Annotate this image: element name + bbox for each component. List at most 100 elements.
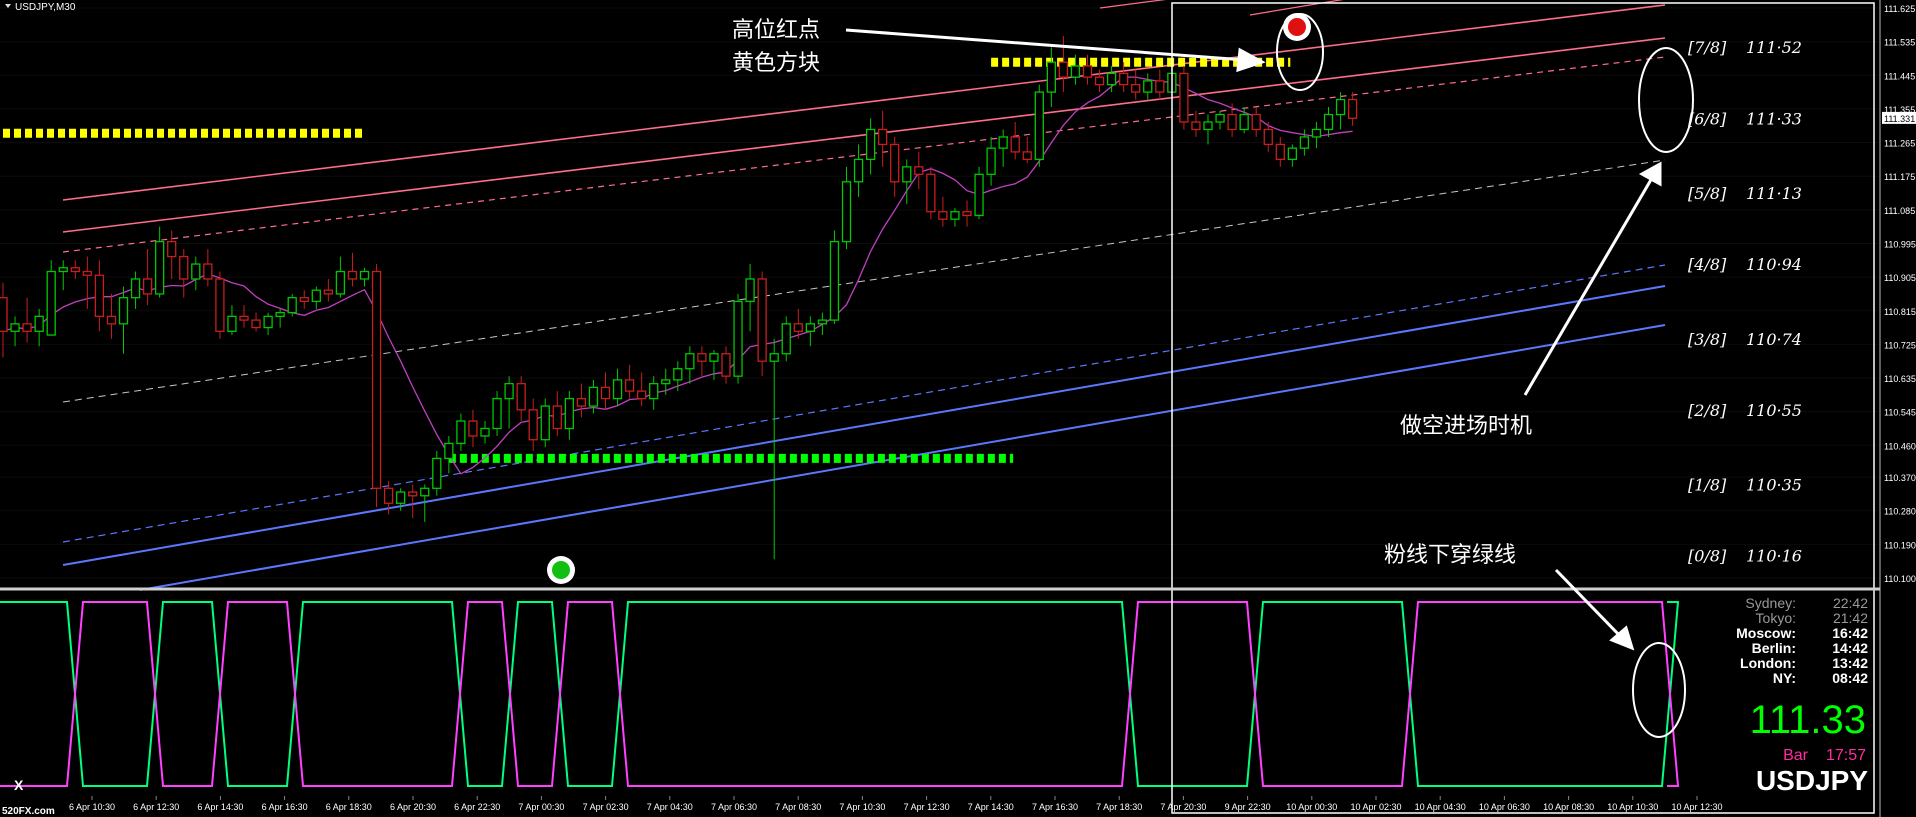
clock-time-1: 21:42 <box>1833 610 1868 626</box>
candle-body-62 <box>745 278 755 303</box>
price-tick-10: 110.725 <box>1884 340 1916 350</box>
candle-body-60 <box>721 353 731 377</box>
time-tick-2: 6 Apr 14:30 <box>197 802 243 812</box>
price-tick-15: 110.280 <box>1884 507 1916 517</box>
watermark: 520FX.com <box>2 806 55 817</box>
candle-body-64 <box>769 353 779 362</box>
murrey-value-7: 110·16 <box>1746 547 1802 566</box>
candle-body-106 <box>1275 143 1285 161</box>
candle-body-1 <box>10 323 20 332</box>
candle-body-3 <box>34 315 44 332</box>
candle-body-0 <box>0 297 8 332</box>
price-tick-8: 110.905 <box>1884 273 1916 283</box>
candle-body-51 <box>612 379 623 400</box>
candle-body-99 <box>1191 121 1201 131</box>
time-tick-23: 10 Apr 08:30 <box>1543 802 1594 812</box>
candle-body-4 <box>46 270 56 336</box>
candle-body-82 <box>986 147 996 175</box>
candle-body-70 <box>841 181 852 243</box>
candle-body-112 <box>1347 98 1358 119</box>
candle-body-105 <box>1263 128 1273 146</box>
close-icon[interactable]: X <box>14 777 24 793</box>
candle-body-47 <box>564 397 574 430</box>
murrey-label-5: [2/8] <box>1688 401 1727 420</box>
price-tick-0: 111.625 <box>1884 4 1915 14</box>
time-tick-14: 7 Apr 14:30 <box>968 802 1014 812</box>
candle-98 <box>1179 65 1189 130</box>
clock-city-5: NY: <box>1773 670 1796 686</box>
time-tick-1: 6 Apr 12:30 <box>133 802 179 812</box>
price-tick-2: 111.445 <box>1884 71 1915 81</box>
clock-city-0: Sydney: <box>1745 595 1796 611</box>
candle-body-34 <box>408 491 418 497</box>
time-tick-11: 7 Apr 08:30 <box>775 802 821 812</box>
candle-body-15 <box>179 255 189 280</box>
candle-body-58 <box>697 353 707 362</box>
time-tick-15: 7 Apr 16:30 <box>1032 802 1078 812</box>
price-tick-13: 110.460 <box>1884 441 1916 451</box>
candle-body-59 <box>709 353 719 362</box>
candle-body-96 <box>1155 80 1165 93</box>
candle-body-44 <box>528 409 538 441</box>
candle-body-76 <box>914 166 924 175</box>
time-tick-4: 6 Apr 18:30 <box>326 802 372 812</box>
time-tick-7: 7 Apr 00:30 <box>518 802 564 812</box>
price-tick-4: 111.265 <box>1884 139 1915 149</box>
candle-69 <box>829 230 840 324</box>
candle-body-13 <box>154 240 165 295</box>
candle-body-102 <box>1227 113 1237 131</box>
time-tick-13: 7 Apr 12:30 <box>904 802 950 812</box>
murrey-label-1: [6/8] <box>1688 109 1727 128</box>
candle-body-9 <box>106 315 117 325</box>
window-title: USDJPY,M30 <box>15 2 76 13</box>
clock-city-1: Tokyo: <box>1756 610 1796 626</box>
price-tick-12: 110.545 <box>1884 408 1916 418</box>
time-tick-20: 10 Apr 02:30 <box>1350 802 1401 812</box>
candle-body-87 <box>1046 61 1056 93</box>
murrey-label-7: [0/8] <box>1688 547 1727 566</box>
candle-body-12 <box>142 278 153 295</box>
price-tick-14: 110.370 <box>1884 473 1916 483</box>
murrey-value-0: 111·52 <box>1746 38 1802 57</box>
candle-body-28 <box>335 270 346 295</box>
symbol-label: USDJPY <box>1756 765 1868 796</box>
candle-body-52 <box>624 379 635 392</box>
candle-body-95 <box>1143 80 1153 93</box>
candle-body-107 <box>1287 147 1297 161</box>
price-tick-6: 111.085 <box>1884 206 1915 216</box>
candle-body-83 <box>998 136 1008 149</box>
candle-body-101 <box>1215 113 1225 123</box>
candle-body-21 <box>251 319 261 329</box>
usdjpy-m30-chart: 111.625111.535111.445111.355111.265111.1… <box>0 0 1916 817</box>
time-tick-24: 10 Apr 10:30 <box>1607 802 1658 812</box>
candle-body-14 <box>167 240 177 258</box>
candle-18 <box>215 271 225 339</box>
candle-body-94 <box>1131 83 1141 93</box>
clock-city-3: Berlin: <box>1752 640 1796 656</box>
candle-body-8 <box>94 274 105 318</box>
candle-body-26 <box>311 289 321 303</box>
candle-45 <box>540 398 550 448</box>
candle-body-93 <box>1119 72 1129 86</box>
murrey-label-0: [7/8] <box>1688 38 1727 57</box>
candle-body-6 <box>70 267 80 273</box>
candle-body-81 <box>974 173 984 217</box>
candle-body-30 <box>359 270 370 280</box>
candle-body-23 <box>275 311 285 318</box>
candle-body-53 <box>637 390 647 400</box>
candle-body-5 <box>58 267 68 273</box>
candle-body-80 <box>962 211 972 217</box>
candle-body-46 <box>552 405 562 430</box>
candle-body-71 <box>853 158 864 183</box>
time-tick-10: 7 Apr 06:30 <box>711 802 757 812</box>
candle-body-45 <box>540 405 550 441</box>
murrey-value-1: 111·33 <box>1746 109 1802 128</box>
candle-body-25 <box>299 297 309 303</box>
candle-body-10 <box>118 297 129 325</box>
murrey-value-3: 110·94 <box>1746 255 1802 274</box>
current-price-display: 111.33 <box>1750 698 1866 742</box>
candle-body-54 <box>649 382 659 400</box>
murrey-value-6: 110·35 <box>1746 476 1802 495</box>
current-price-tag: 111.331 <box>1884 114 1915 124</box>
annotation-yellow-block: 黄色方块 <box>732 51 820 76</box>
